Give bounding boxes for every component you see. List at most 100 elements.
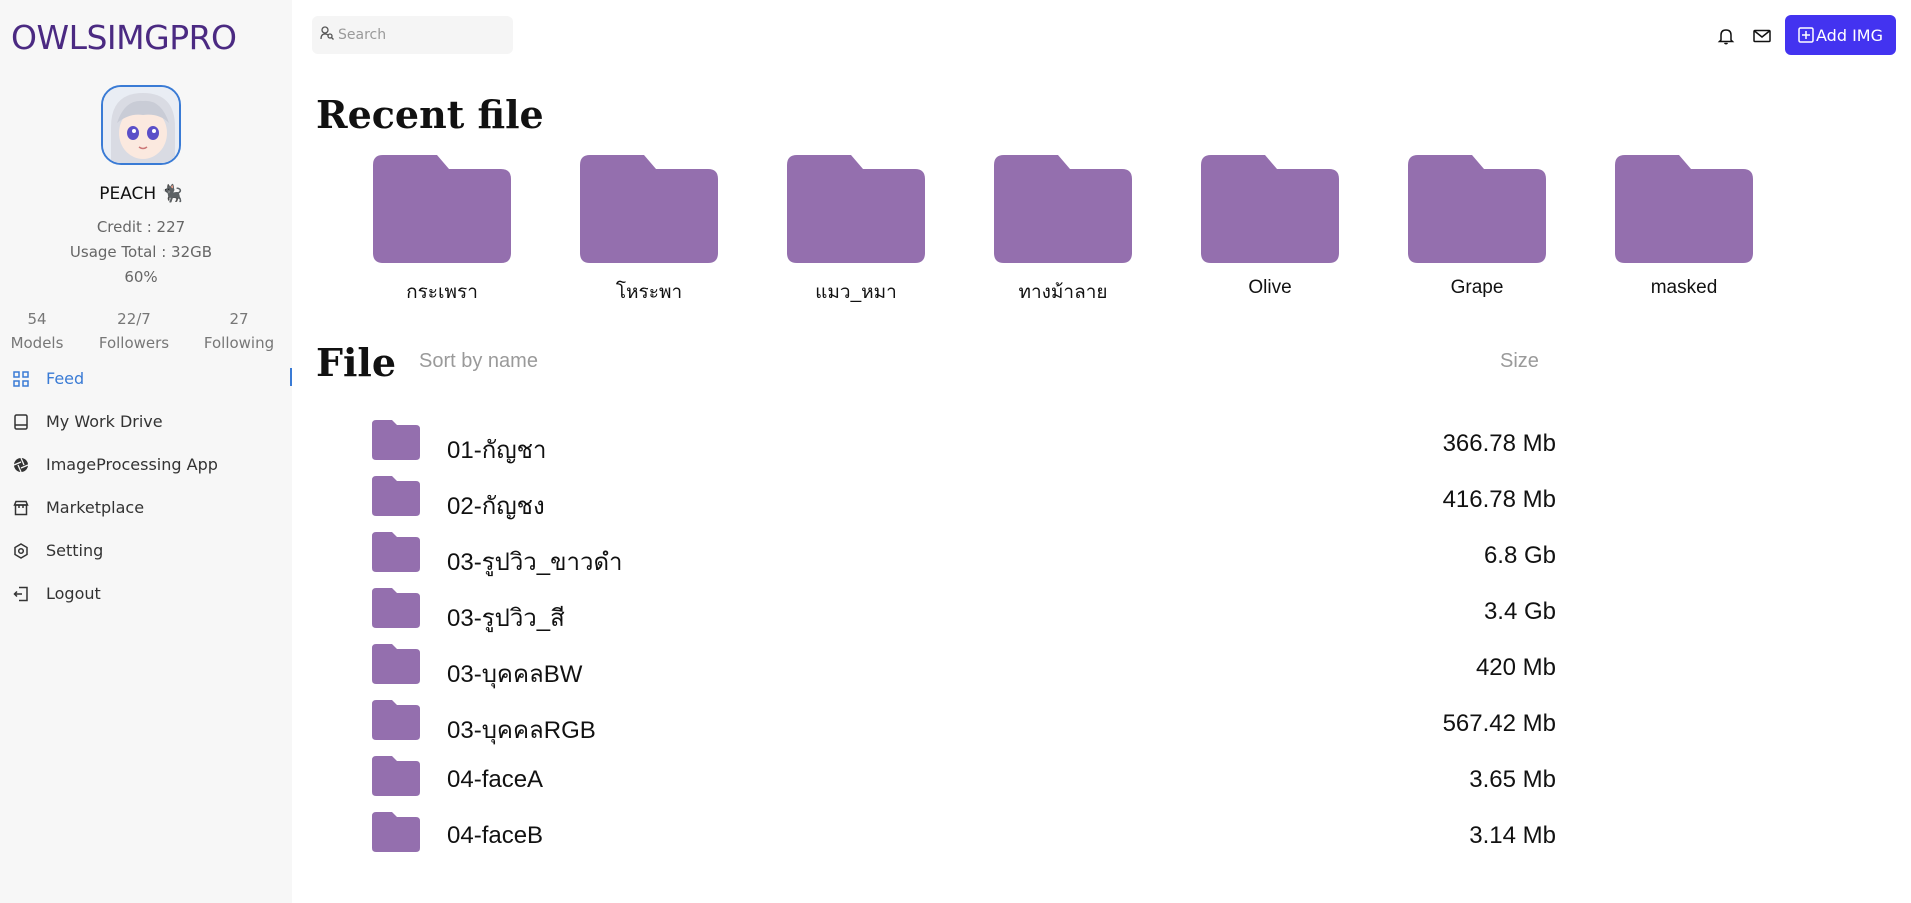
sidebar-nav: Feed My Work Drive ImageProcessing App M… <box>0 357 292 615</box>
add-img-button[interactable]: Add IMG <box>1785 15 1896 55</box>
folder-name: โหระพา <box>615 282 683 303</box>
sidebar-item-label: Feed <box>46 369 85 388</box>
folder-name: แมว_หมา <box>815 282 897 303</box>
mail-icon[interactable] <box>1752 26 1772 46</box>
profile-stats: 54 Models 22/7 Followers 27 Following <box>0 307 292 355</box>
sidebar-item-feed[interactable]: Feed <box>0 357 292 400</box>
recent-folder[interactable]: Grape <box>1408 155 1546 299</box>
file-size: 567.42 Mb <box>1442 710 1556 737</box>
file-size: 6.8 Gb <box>1483 542 1556 569</box>
sidebar: OWLSIMGPRO PEACH 🐈‍⬛ Credit : 227 Usage … <box>0 0 292 903</box>
sidebar-item-imageprocessing-app[interactable]: ImageProcessing App <box>0 443 292 486</box>
size-column-header[interactable]: Size <box>1500 350 1539 373</box>
file-name: 01-กัญชา <box>447 437 547 464</box>
folder-name: ทางม้าลาย <box>1018 282 1108 303</box>
brand-logo[interactable]: OWLSIMGPRO <box>11 18 237 57</box>
recent-folder[interactable]: ทางม้าลาย <box>994 155 1132 307</box>
stat-value: 54 <box>27 310 47 328</box>
recent-folder[interactable]: กระเพรา <box>373 155 511 307</box>
sidebar-item-label: Setting <box>46 541 104 560</box>
hexagon-settings-icon <box>12 542 30 560</box>
sidebar-item-setting[interactable]: Setting <box>0 529 292 572</box>
folder-name: masked <box>1650 277 1718 298</box>
recent-folder[interactable]: Olive <box>1201 155 1339 299</box>
recent-folder[interactable]: masked <box>1615 155 1753 299</box>
folder-name: กระเพรา <box>406 282 478 303</box>
table-row[interactable]: 03-บุคคลBW 420 Mb <box>370 644 1590 690</box>
aperture-icon <box>12 456 30 474</box>
stat-value: 27 <box>229 310 249 328</box>
file-size: 3.14 Mb <box>1469 822 1556 849</box>
folder-icon <box>372 644 420 684</box>
folder-icon <box>372 420 420 460</box>
table-row[interactable]: 04-faceB 3.14 Mb <box>370 812 1590 858</box>
user-search-icon <box>320 25 334 45</box>
add-square-icon <box>1798 27 1814 43</box>
table-row[interactable]: 03-รูปวิว_ขาวดำ 6.8 Gb <box>370 532 1590 578</box>
folder-icon <box>373 155 511 263</box>
folder-icon <box>372 532 420 572</box>
file-name: 03-รูปวิว_ขาวดำ <box>447 549 623 576</box>
file-name: 02-กัญชง <box>447 493 545 520</box>
file-size: 366.78 Mb <box>1442 430 1556 457</box>
stat-label: Following <box>203 334 275 352</box>
drive-icon <box>12 413 30 431</box>
folder-icon <box>372 756 420 796</box>
logout-icon <box>12 585 30 603</box>
folder-icon <box>1408 155 1546 263</box>
sidebar-item-label: ImageProcessing App <box>46 455 218 474</box>
folder-icon <box>372 812 420 852</box>
table-row[interactable]: 04-faceA 3.65 Mb <box>370 756 1590 802</box>
recent-title: Recent file <box>316 92 544 137</box>
table-row[interactable]: 03-รูปวิว_สี 3.4 Gb <box>370 588 1590 634</box>
avatar-image <box>103 87 179 163</box>
folder-icon <box>580 155 718 263</box>
stat-following[interactable]: 27 Following <box>199 307 279 355</box>
stat-followers[interactable]: 22/7 Followers <box>94 307 174 355</box>
folder-icon <box>994 155 1132 263</box>
folder-icon <box>372 588 420 628</box>
file-size: 416.78 Mb <box>1442 486 1556 513</box>
recent-folder[interactable]: แมว_หมา <box>787 155 925 307</box>
sidebar-item-label: Logout <box>46 584 101 603</box>
avatar[interactable] <box>101 85 181 165</box>
add-img-label: Add IMG <box>1816 25 1883 45</box>
stat-models[interactable]: 54 Models <box>2 307 72 355</box>
search-bar[interactable] <box>312 16 513 54</box>
sidebar-item-label: Marketplace <box>46 498 145 517</box>
table-row[interactable]: 01-กัญชา 366.78 Mb <box>370 420 1590 466</box>
sidebar-item-marketplace[interactable]: Marketplace <box>0 486 292 529</box>
file-name: 03-บุคคลBW <box>447 661 583 688</box>
table-row[interactable]: 03-บุคคลRGB 567.42 Mb <box>370 700 1590 746</box>
folder-icon <box>1615 155 1753 263</box>
file-size: 420 Mb <box>1475 654 1556 681</box>
folder-icon <box>1201 155 1339 263</box>
usage-percent: 60% <box>124 268 158 286</box>
file-size: 3.65 Mb <box>1469 766 1556 793</box>
sidebar-item-label: My Work Drive <box>46 412 163 431</box>
store-icon <box>12 499 30 517</box>
search-input[interactable] <box>338 27 508 43</box>
folder-name: Grape <box>1450 277 1504 298</box>
sidebar-item-my-work-drive[interactable]: My Work Drive <box>0 400 292 443</box>
file-size: 3.4 Gb <box>1483 598 1556 625</box>
table-row[interactable]: 02-กัญชง 416.78 Mb <box>370 476 1590 522</box>
file-name: 04-faceA <box>447 766 544 793</box>
usage-text: Usage Total : 32GB <box>69 243 213 261</box>
bell-icon[interactable] <box>1716 26 1736 46</box>
sidebar-item-logout[interactable]: Logout <box>0 572 292 615</box>
app-root: OWLSIMGPRO PEACH 🐈‍⬛ Credit : 227 Usage … <box>0 0 1911 903</box>
file-name: 04-faceB <box>447 822 544 849</box>
username: PEACH 🐈‍⬛ <box>99 184 183 204</box>
stat-value: 22/7 <box>117 310 151 328</box>
file-name: 03-รูปวิว_สี <box>447 605 565 632</box>
sort-by-name-button[interactable]: Sort by name <box>419 350 538 373</box>
credit-text: Credit : 227 <box>96 218 186 236</box>
folder-icon <box>372 476 420 516</box>
folder-name: Olive <box>1248 277 1292 298</box>
file-name: 03-บุคคลRGB <box>447 717 596 744</box>
file-title: File <box>316 340 397 385</box>
stat-label: Models <box>10 334 64 352</box>
recent-folder[interactable]: โหระพา <box>580 155 718 307</box>
stat-label: Followers <box>98 334 170 352</box>
